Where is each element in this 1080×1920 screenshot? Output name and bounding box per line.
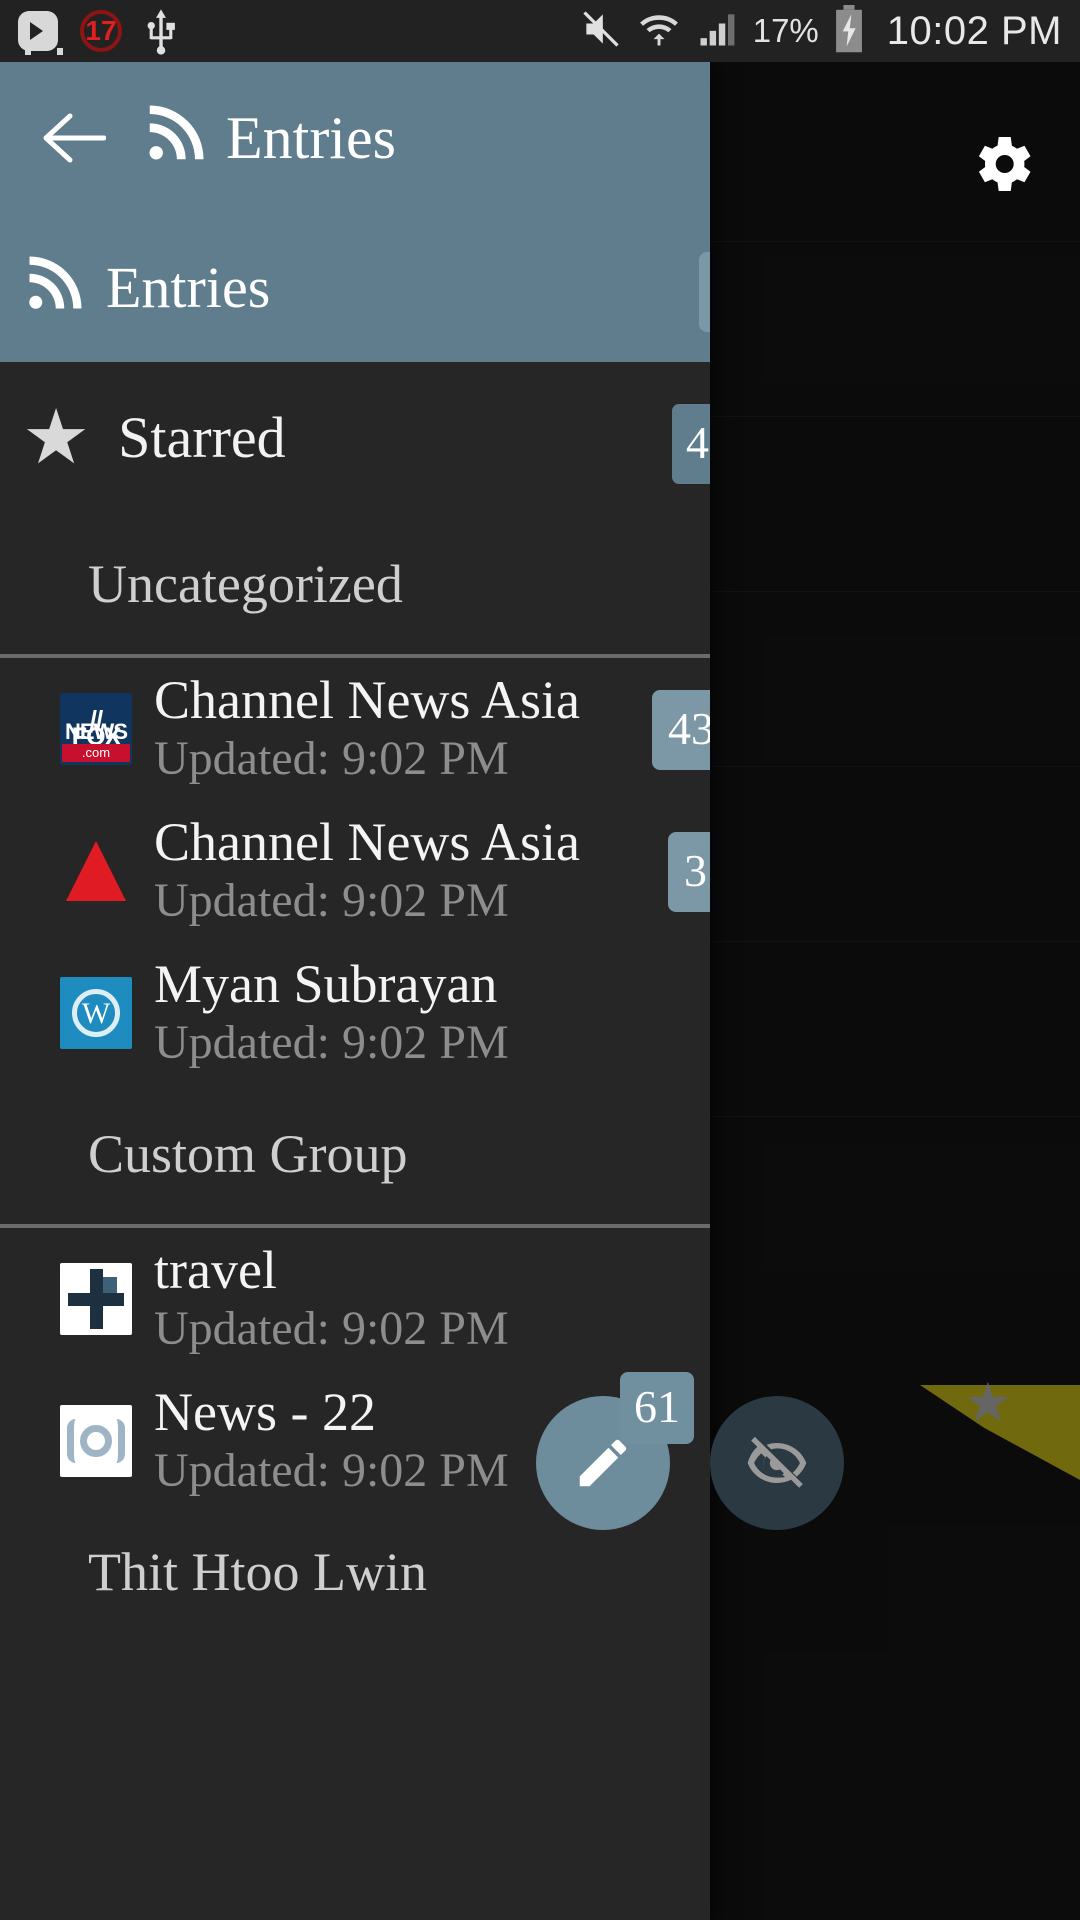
feed-count-badge: 43 <box>652 690 710 770</box>
star-icon: ★ <box>22 404 90 472</box>
drawer-item-entries[interactable]: Entries 178 <box>0 214 710 362</box>
app-bar: Entries <box>0 62 710 214</box>
usb-icon <box>144 9 178 53</box>
feed-title: travel <box>154 1242 509 1299</box>
screen-root: င်းချလာ းခဲ့ရ ဝတ်တို n Fund zens ★ <box>0 0 1080 1920</box>
news-brackets-favicon <box>60 1405 132 1477</box>
drawer-item-label: Entries <box>106 259 270 317</box>
feed-updated: Updated: 9:02 PM <box>154 1445 509 1498</box>
group-header-uncategorized[interactable]: Uncategorized <box>0 514 710 654</box>
screen-cast-icon <box>18 11 58 51</box>
group-header-custom-group[interactable]: Custom Group <box>0 1084 710 1224</box>
mute-icon <box>579 7 623 56</box>
wordpress-favicon: W <box>60 977 132 1049</box>
cna-triangle-favicon <box>60 835 132 907</box>
drawer-item-label: Starred <box>118 409 286 467</box>
rss-icon <box>22 256 82 321</box>
feed-title: News - 22 <box>154 1384 509 1441</box>
feed-row[interactable]: W Myan Subrayan Updated: 9:02 PM <box>0 942 710 1084</box>
cellular-signal-icon <box>695 7 739 56</box>
feed-title: Channel News Asia <box>154 814 580 871</box>
notification-count-badge: 17 <box>80 10 122 52</box>
feed-row[interactable]: //FOX .com NEWS Channel News Asia Update… <box>0 658 710 800</box>
wifi-icon <box>637 7 681 56</box>
feed-title: Channel News Asia <box>154 672 580 729</box>
feed-row[interactable]: travel Updated: 9:02 PM <box>0 1228 710 1370</box>
drawer-item-starred[interactable]: ★ Starred 4 <box>0 362 710 514</box>
eye-off-icon <box>745 1431 809 1495</box>
feed-count-badge: 3 <box>668 832 710 912</box>
travel-cross-favicon <box>60 1263 132 1335</box>
clock-label: 10:02 PM <box>887 9 1062 54</box>
fox-news-favicon: //FOX .com NEWS <box>60 693 132 765</box>
entries-count-badge: 178 <box>699 252 710 332</box>
hide-read-fab-button[interactable] <box>710 1396 844 1530</box>
page-title: Entries <box>226 108 396 168</box>
feed-title: Myan Subrayan <box>154 956 509 1013</box>
battery-percent-label: 17% <box>753 12 819 50</box>
feed-updated: Updated: 9:02 PM <box>154 733 580 786</box>
rss-icon <box>142 105 204 172</box>
feed-updated: Updated: 9:02 PM <box>154 1017 509 1070</box>
feed-row[interactable]: Channel News Asia Updated: 9:02 PM 3 <box>0 800 710 942</box>
gear-icon[interactable] <box>966 128 1038 200</box>
back-arrow-icon[interactable] <box>40 110 106 166</box>
navigation-drawer: Entries Entries 178 ★ Starred 4 Uncatego… <box>0 62 710 1920</box>
feed-updated: Updated: 9:02 PM <box>154 1303 509 1356</box>
starred-count-badge: 4 <box>672 404 710 484</box>
feed-updated: Updated: 9:02 PM <box>154 875 580 928</box>
group-header-next-partial[interactable]: Thit Htoo Lwin <box>0 1512 710 1632</box>
status-bar: 17 <box>0 0 1080 62</box>
edit-fab-badge: 61 <box>620 1372 694 1444</box>
battery-charging-icon <box>833 5 865 58</box>
